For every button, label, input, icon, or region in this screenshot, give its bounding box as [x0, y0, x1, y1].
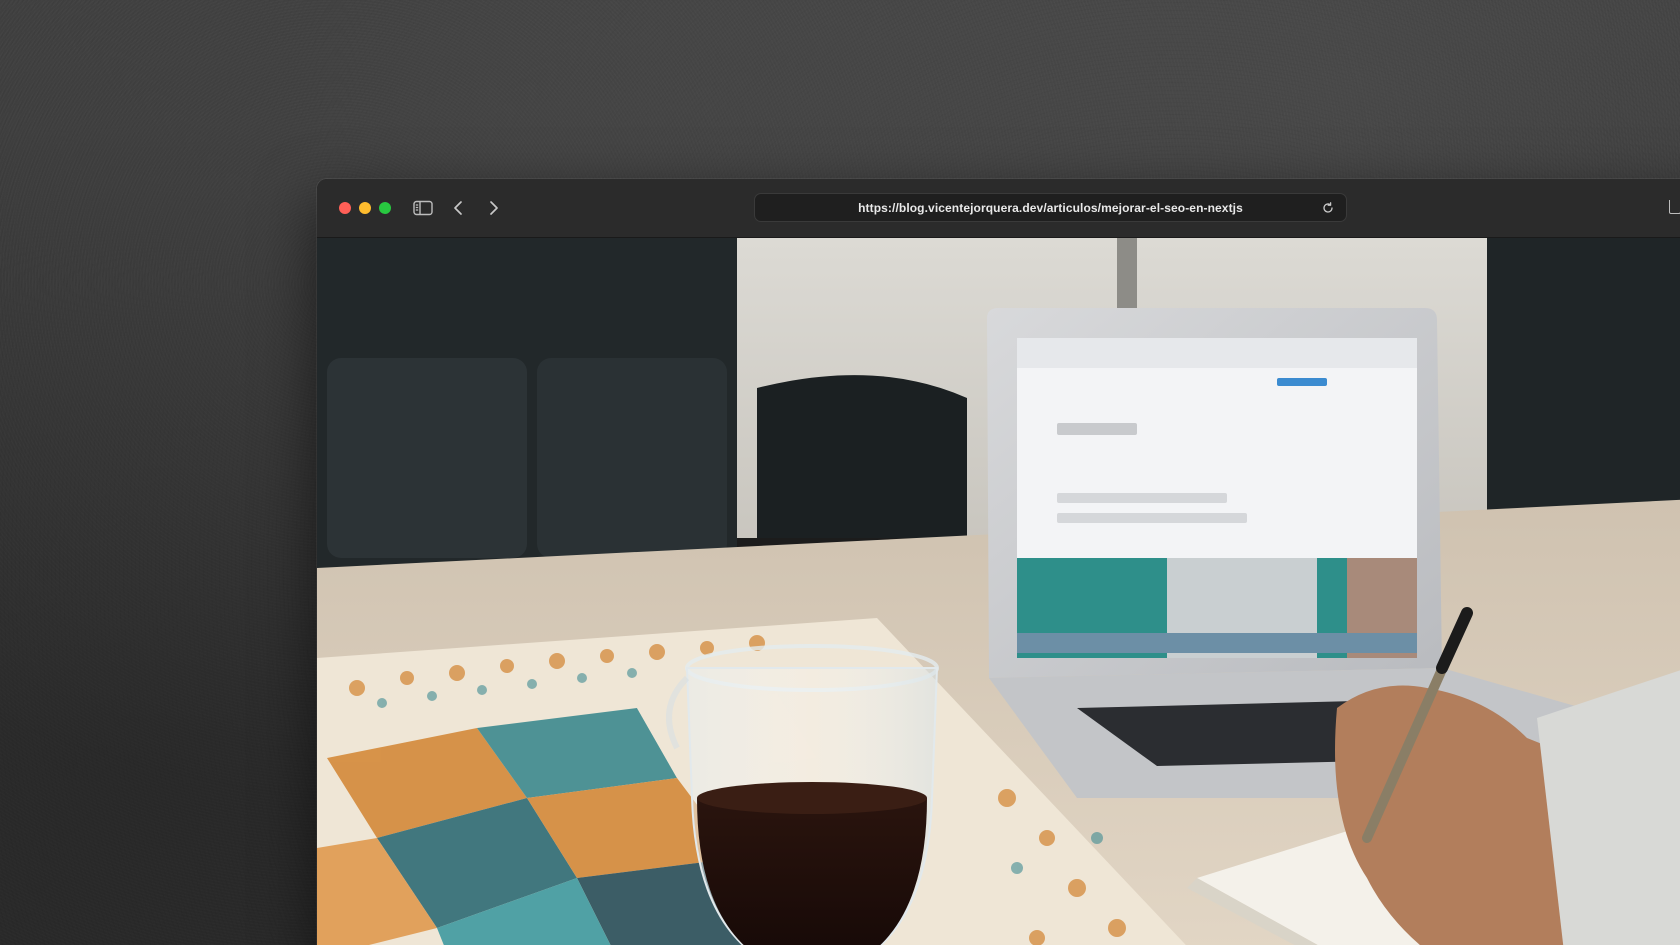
close-window-button[interactable] [339, 202, 351, 214]
sidebar-icon[interactable] [411, 196, 435, 220]
share-icon[interactable] [1669, 200, 1680, 214]
chevron-right-icon[interactable] [482, 196, 506, 220]
page-content [317, 238, 1680, 945]
browser-window: https://blog.vicentejorquera.dev/articul… [317, 179, 1680, 945]
maximize-window-button[interactable] [379, 202, 391, 214]
chevron-left-icon[interactable] [446, 196, 470, 220]
url-text: https://blog.vicentejorquera.dev/articul… [858, 200, 1243, 215]
browser-toolbar: https://blog.vicentejorquera.dev/articul… [317, 179, 1680, 238]
reload-icon[interactable] [1316, 196, 1340, 220]
minimize-window-button[interactable] [359, 202, 371, 214]
hero-image [317, 238, 1680, 945]
address-bar[interactable]: https://blog.vicentejorquera.dev/articul… [754, 193, 1347, 222]
